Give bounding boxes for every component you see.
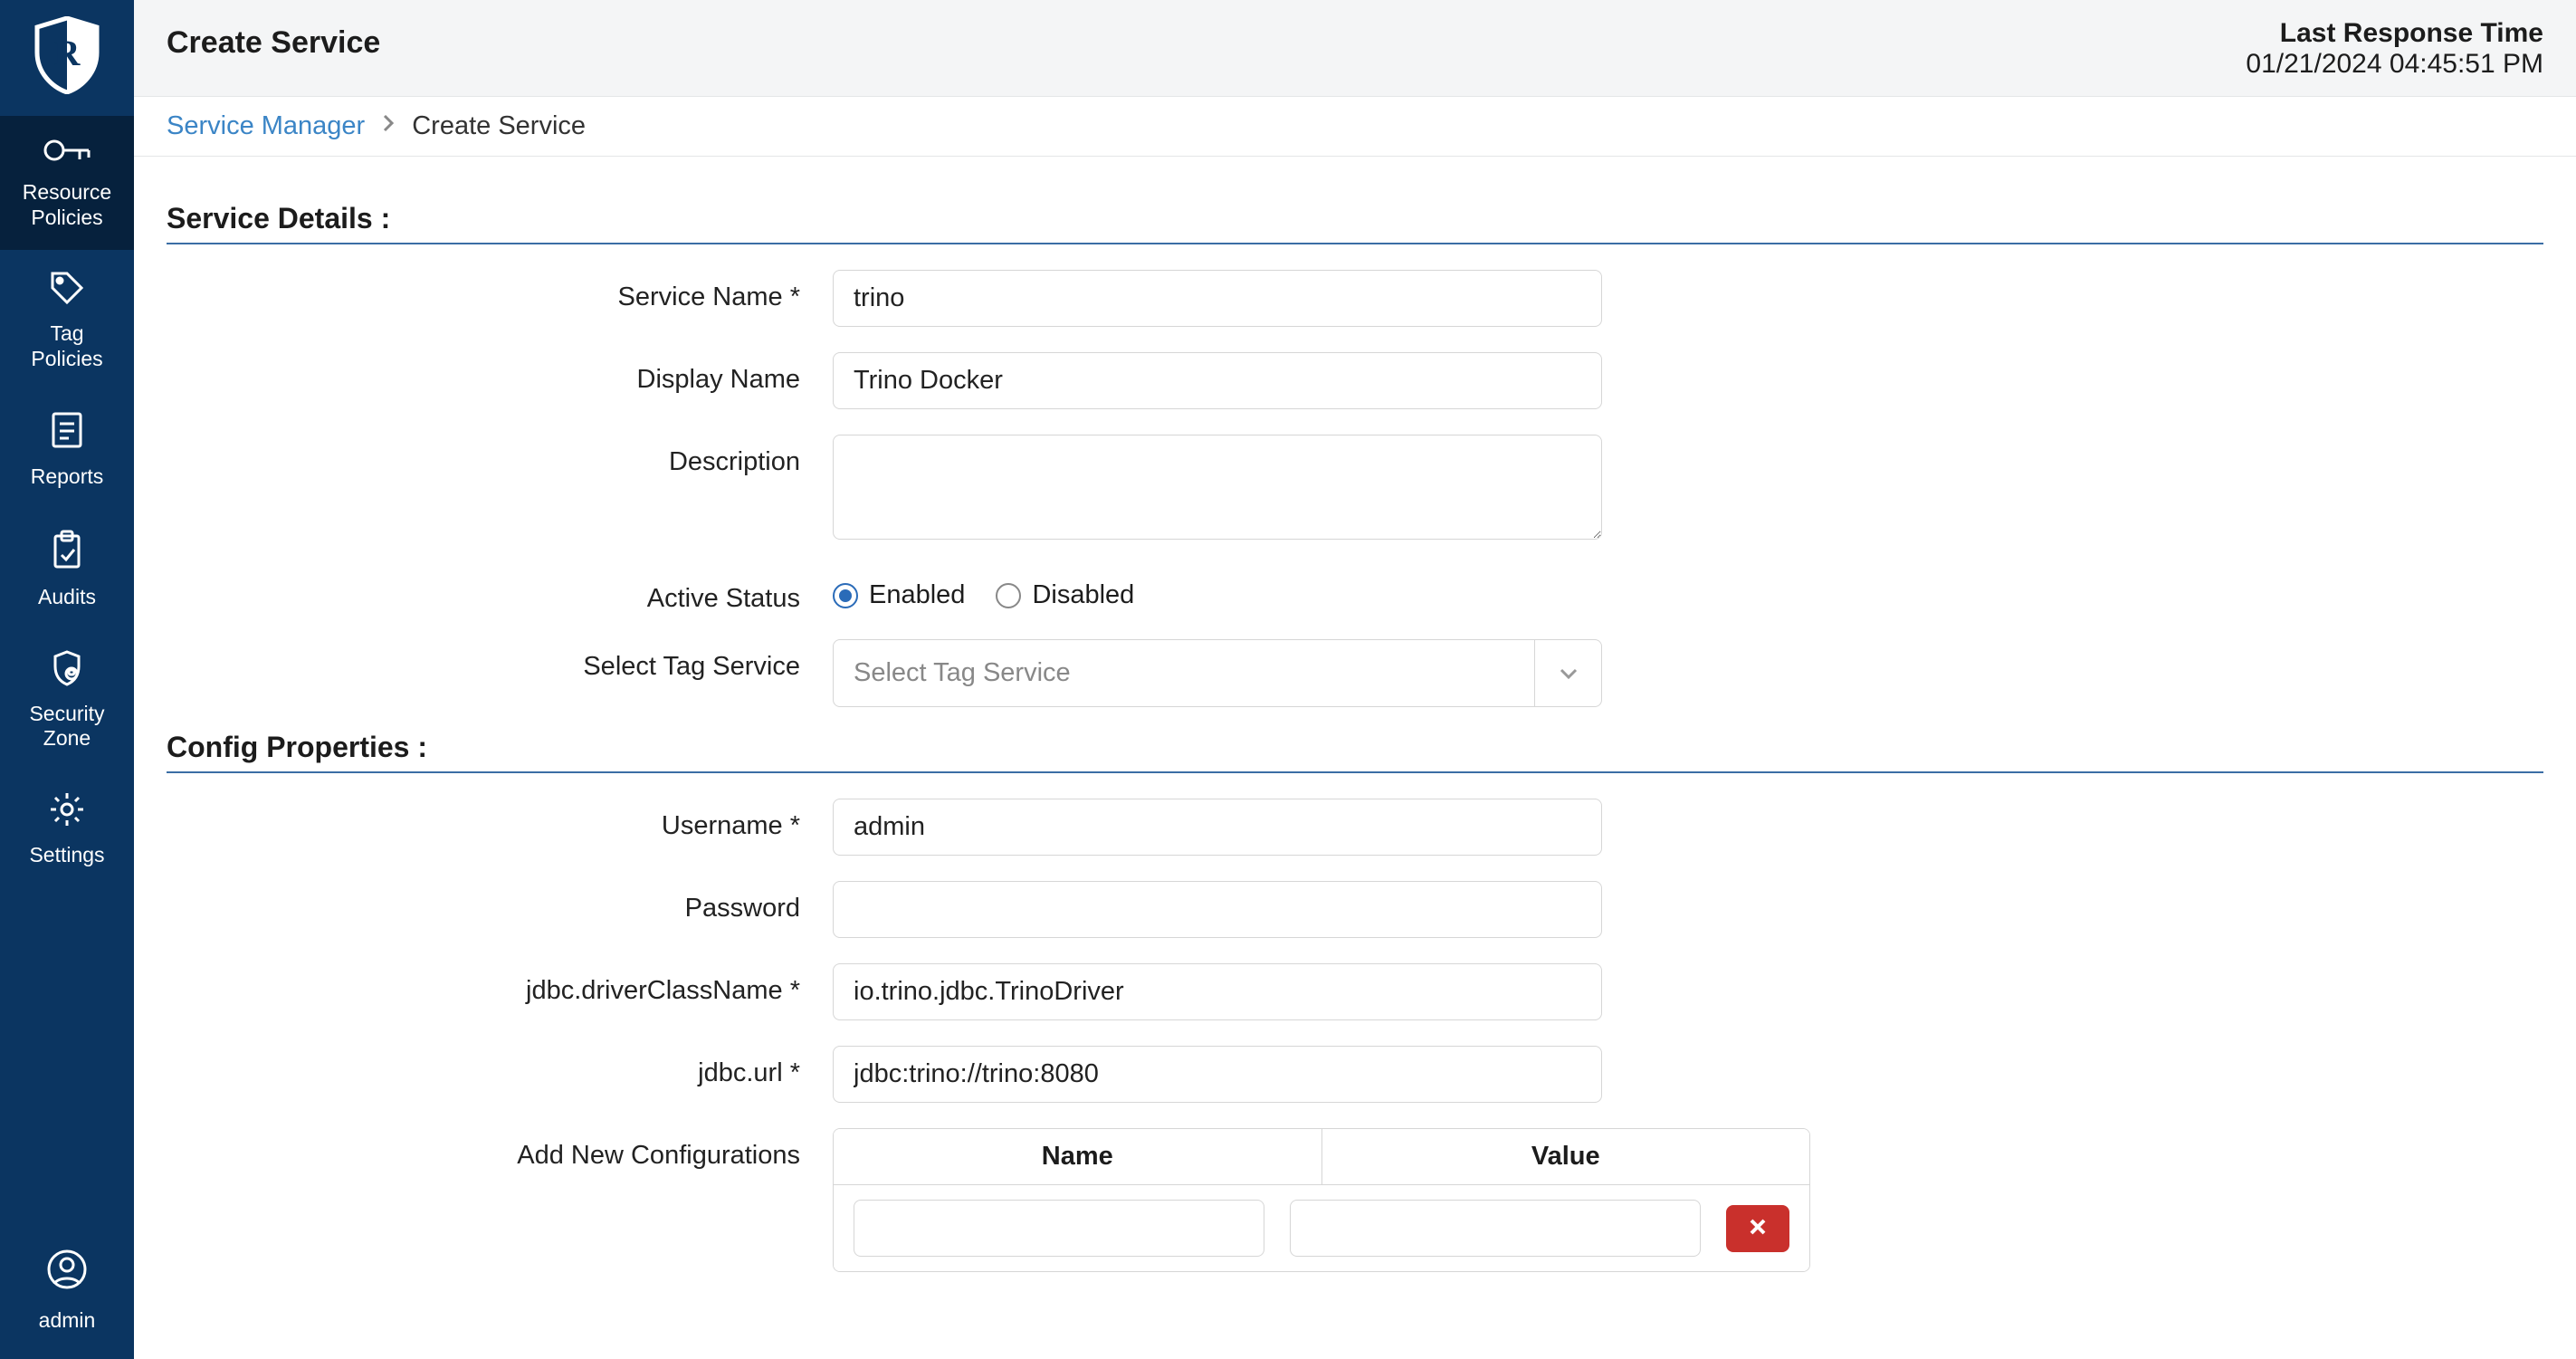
tag-service-placeholder: Select Tag Service xyxy=(834,658,1091,688)
close-icon xyxy=(1748,1213,1768,1244)
logo-icon: R xyxy=(32,0,102,116)
svg-text:R: R xyxy=(54,33,81,73)
radio-checked-icon xyxy=(833,583,858,608)
config-value-input[interactable] xyxy=(1290,1200,1701,1257)
display-name-label: Display Name xyxy=(167,352,800,395)
description-textarea[interactable] xyxy=(833,435,1602,540)
breadcrumb-root-link[interactable]: Service Manager xyxy=(167,111,365,141)
page-title: Create Service xyxy=(167,25,380,61)
sidebar-item-label: Tag Policies xyxy=(31,321,102,371)
driver-input[interactable] xyxy=(833,963,1602,1020)
active-status-disabled-radio[interactable]: Disabled xyxy=(996,580,1134,610)
sidebar-item-tag-policies[interactable]: Tag Policies xyxy=(0,250,134,391)
radio-label: Enabled xyxy=(869,580,965,610)
report-icon xyxy=(51,411,83,455)
last-response-label: Last Response Time xyxy=(2246,18,2543,49)
sidebar-item-label: Resource Policies xyxy=(23,180,111,230)
display-name-input[interactable] xyxy=(833,352,1602,409)
active-status-enabled-radio[interactable]: Enabled xyxy=(833,580,965,610)
tag-service-select[interactable]: Select Tag Service xyxy=(833,639,1602,707)
description-label: Description xyxy=(167,435,800,477)
sidebar-item-label: Security Zone xyxy=(29,702,104,751)
section-service-details: Service Details : xyxy=(167,202,2543,244)
breadcrumb-current: Create Service xyxy=(412,111,586,141)
config-table: Name Value xyxy=(833,1128,1810,1272)
chevron-down-icon xyxy=(1534,640,1601,706)
topbar: Create Service Last Response Time 01/21/… xyxy=(134,0,2576,97)
section-config-properties: Config Properties : xyxy=(167,731,2543,773)
sidebar-item-resource-policies[interactable]: Resource Policies xyxy=(0,116,134,250)
sidebar-item-audits[interactable]: Audits xyxy=(0,510,134,630)
sidebar-item-label: Audits xyxy=(38,585,96,610)
config-col-value: Value xyxy=(1321,1129,1810,1184)
tag-icon xyxy=(49,270,85,312)
form-content: Service Details : Service Name * Display… xyxy=(134,157,2576,1359)
config-name-input[interactable] xyxy=(854,1200,1264,1257)
radio-unchecked-icon xyxy=(996,583,1021,608)
config-row xyxy=(834,1185,1809,1271)
sidebar-item-label: Settings xyxy=(29,843,104,868)
gear-icon xyxy=(49,791,85,834)
service-name-label: Service Name * xyxy=(167,270,800,312)
sidebar-user-label: admin xyxy=(39,1308,96,1334)
user-icon xyxy=(47,1249,87,1296)
add-config-label: Add New Configurations xyxy=(167,1128,800,1171)
active-status-radio-group: Enabled Disabled xyxy=(833,571,1602,610)
sidebar-item-label: Reports xyxy=(31,464,104,490)
sidebar-item-settings[interactable]: Settings xyxy=(0,771,134,888)
sidebar: R Resource Policies Tag Polic xyxy=(0,0,134,1359)
breadcrumb: Service Manager Create Service xyxy=(134,97,2576,157)
sidebar-user[interactable]: admin xyxy=(0,1228,134,1359)
main: Create Service Last Response Time 01/21/… xyxy=(134,0,2576,1359)
last-response-time: Last Response Time 01/21/2024 04:45:51 P… xyxy=(2246,18,2543,80)
url-label: jdbc.url * xyxy=(167,1046,800,1088)
service-name-input[interactable] xyxy=(833,270,1602,327)
config-col-name: Name xyxy=(834,1129,1321,1184)
clipboard-icon xyxy=(51,530,83,576)
sidebar-item-security-zone[interactable]: Security Zone xyxy=(0,630,134,771)
sidebar-item-reports[interactable]: Reports xyxy=(0,391,134,510)
chevron-right-icon xyxy=(381,111,396,141)
tag-service-label: Select Tag Service xyxy=(167,639,800,682)
key-icon xyxy=(43,136,91,171)
username-input[interactable] xyxy=(833,799,1602,856)
url-input[interactable] xyxy=(833,1046,1602,1103)
last-response-value: 01/21/2024 04:45:51 PM xyxy=(2246,49,2543,80)
shield-icon xyxy=(52,650,82,693)
driver-label: jdbc.driverClassName * xyxy=(167,963,800,1006)
active-status-label: Active Status xyxy=(167,571,800,614)
password-input[interactable] xyxy=(833,881,1602,938)
username-label: Username * xyxy=(167,799,800,841)
password-label: Password xyxy=(167,881,800,924)
config-delete-button[interactable] xyxy=(1726,1205,1789,1252)
radio-label: Disabled xyxy=(1032,580,1134,610)
